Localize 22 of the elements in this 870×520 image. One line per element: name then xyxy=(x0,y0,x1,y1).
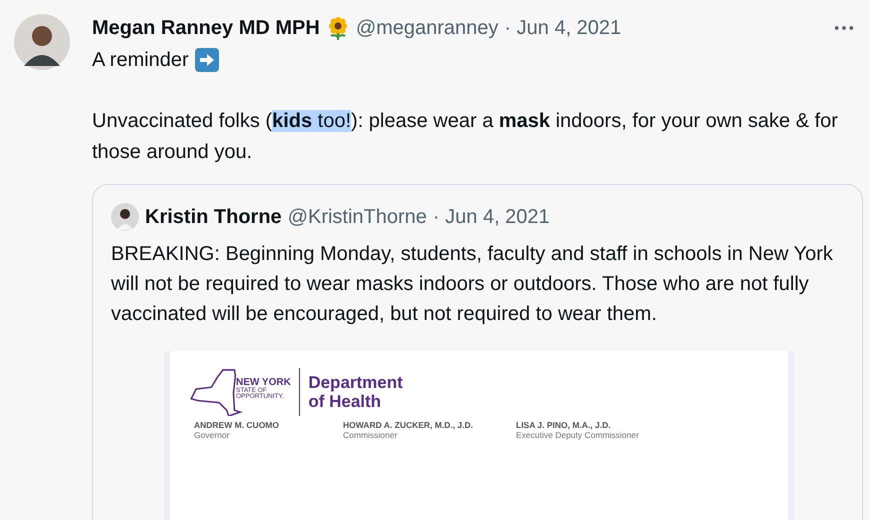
tweet-date[interactable]: · Jun 4, 2021 xyxy=(504,16,622,40)
author-name[interactable]: Megan Ranney MD MPH xyxy=(92,16,320,40)
official-name: LISA J. PINO, M.A., J.D. xyxy=(516,420,612,430)
tweet-date[interactable]: · Jun 4, 2021 xyxy=(432,206,550,228)
quoted-tweet-text: BREAKING: Beginning Monday, students, faculty and staff in schools in New York will not be required to wear masks indoors or outdoors. Those who are not fully vaccinated will be encouraged, but not required to wear them. xyxy=(111,242,834,327)
avatar-icon[interactable] xyxy=(14,14,70,70)
avatar-icon[interactable] xyxy=(111,203,139,231)
official-name: HOWARD A. ZUCKER, M.D., J.D. xyxy=(343,420,474,430)
author-handle[interactable]: @KristinThorne xyxy=(288,206,427,228)
quoted-tweet-card[interactable] xyxy=(92,184,863,520)
official-title: Governor xyxy=(194,430,230,440)
tweet-text: A reminder xyxy=(92,48,189,72)
department-name: Department xyxy=(308,373,403,392)
author-name[interactable]: Kristin Thorne xyxy=(145,206,282,228)
more-icon[interactable] xyxy=(833,24,855,32)
official-title: Commissioner xyxy=(343,430,398,440)
logo-text: NEW YORK xyxy=(236,378,291,388)
official-name: ANDREW M. CUOMO xyxy=(194,420,280,430)
official-title: Executive Deputy Commissioner xyxy=(516,430,639,440)
tweet-text: Unvaccinated folks (kids too!): please wear a mask indoors, for your own sake & for those around you. xyxy=(92,109,839,165)
author-handle[interactable]: @meganranney xyxy=(356,16,498,40)
department-name: of Health xyxy=(308,392,382,411)
